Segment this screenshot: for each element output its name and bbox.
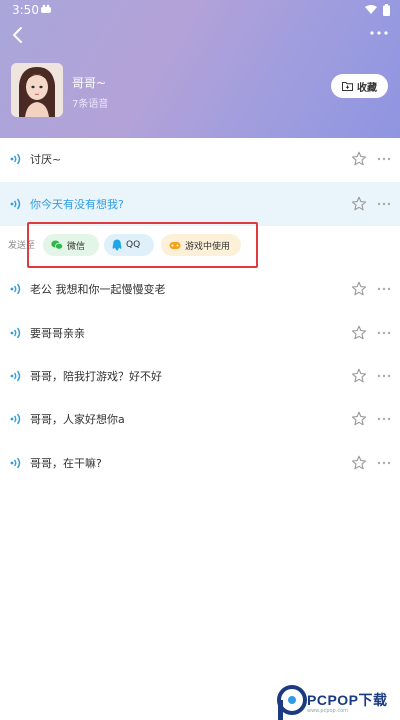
voice-count: 7条语音 xyxy=(72,99,109,110)
folder-add-icon xyxy=(342,82,353,91)
wechat-label: 微信 xyxy=(67,241,86,252)
qq-label: QQ xyxy=(126,240,141,250)
avatar xyxy=(11,63,63,117)
qq-icon xyxy=(112,239,122,251)
voice-text: 老公 我想和你一起慢慢变老 xyxy=(30,283,166,296)
profile-header: 3:50 哥哥~ 7条语音 收藏 xyxy=(0,0,400,138)
voice-text: 哥哥，在干嘛? xyxy=(30,457,102,470)
voice-text: 哥哥，陪我打游戏？好不好 xyxy=(30,370,162,383)
voice-text: 要哥哥亲亲 xyxy=(30,327,85,340)
back-arrow-icon[interactable] xyxy=(8,24,30,46)
favorite-button[interactable]: 收藏 xyxy=(331,74,388,98)
wifi-icon xyxy=(365,5,377,14)
watermark-brand: PCPOP下载 xyxy=(307,692,388,708)
more-icon[interactable] xyxy=(377,374,391,378)
more-options-icon[interactable] xyxy=(368,26,390,40)
avatar-portrait xyxy=(11,63,63,117)
profile-name: 哥哥~ xyxy=(72,76,107,90)
use-in-game-button[interactable]: 游戏中使用 xyxy=(161,234,241,256)
gamepad-icon xyxy=(169,241,181,249)
status-bar: 3:50 xyxy=(0,0,400,20)
status-icons xyxy=(365,4,390,16)
status-time: 3:50 xyxy=(12,3,39,17)
more-icon[interactable] xyxy=(377,202,391,206)
voice-wave-icon xyxy=(10,413,21,425)
game-label: 游戏中使用 xyxy=(185,241,231,252)
star-icon[interactable] xyxy=(351,151,367,167)
more-icon[interactable] xyxy=(377,331,391,335)
more-icon[interactable] xyxy=(377,461,391,465)
voice-wave-icon xyxy=(10,198,21,210)
more-icon[interactable] xyxy=(377,157,391,161)
voice-item[interactable]: 讨厌~ xyxy=(0,137,400,181)
voice-wave-icon xyxy=(10,327,21,339)
star-icon[interactable] xyxy=(351,368,367,384)
voice-item[interactable]: 哥哥，在干嘛? xyxy=(0,441,400,485)
voice-item[interactable]: 哥哥，陪我打游戏？好不好 xyxy=(0,354,400,398)
more-icon[interactable] xyxy=(377,417,391,421)
battery-icon xyxy=(383,4,390,16)
voice-wave-icon xyxy=(10,283,21,295)
voice-text: 哥哥，人家好想你a xyxy=(30,413,125,426)
voice-text: 你今天有没有想我? xyxy=(30,198,124,211)
more-icon[interactable] xyxy=(377,287,391,291)
voice-item[interactable]: 老公 我想和你一起慢慢变老 xyxy=(0,267,400,311)
star-icon[interactable] xyxy=(351,325,367,341)
notification-icon xyxy=(41,4,51,13)
watermark-sub: www.pcpop.com xyxy=(307,708,348,714)
wechat-icon xyxy=(51,240,63,250)
favorite-label: 收藏 xyxy=(357,82,377,94)
voice-item-selected[interactable]: 你今天有没有想我? xyxy=(0,182,400,226)
share-qq-button[interactable]: QQ xyxy=(104,234,154,256)
voice-text: 讨厌~ xyxy=(30,153,62,166)
voice-wave-icon xyxy=(10,370,21,382)
star-icon[interactable] xyxy=(351,455,367,471)
star-icon[interactable] xyxy=(351,411,367,427)
star-icon[interactable] xyxy=(351,196,367,212)
voice-wave-icon xyxy=(10,153,21,165)
voice-item[interactable]: 哥哥，人家好想你a xyxy=(0,397,400,441)
star-icon[interactable] xyxy=(351,281,367,297)
share-wechat-button[interactable]: 微信 xyxy=(43,234,99,256)
voice-item[interactable]: 要哥哥亲亲 xyxy=(0,311,400,355)
voice-wave-icon xyxy=(10,457,21,469)
